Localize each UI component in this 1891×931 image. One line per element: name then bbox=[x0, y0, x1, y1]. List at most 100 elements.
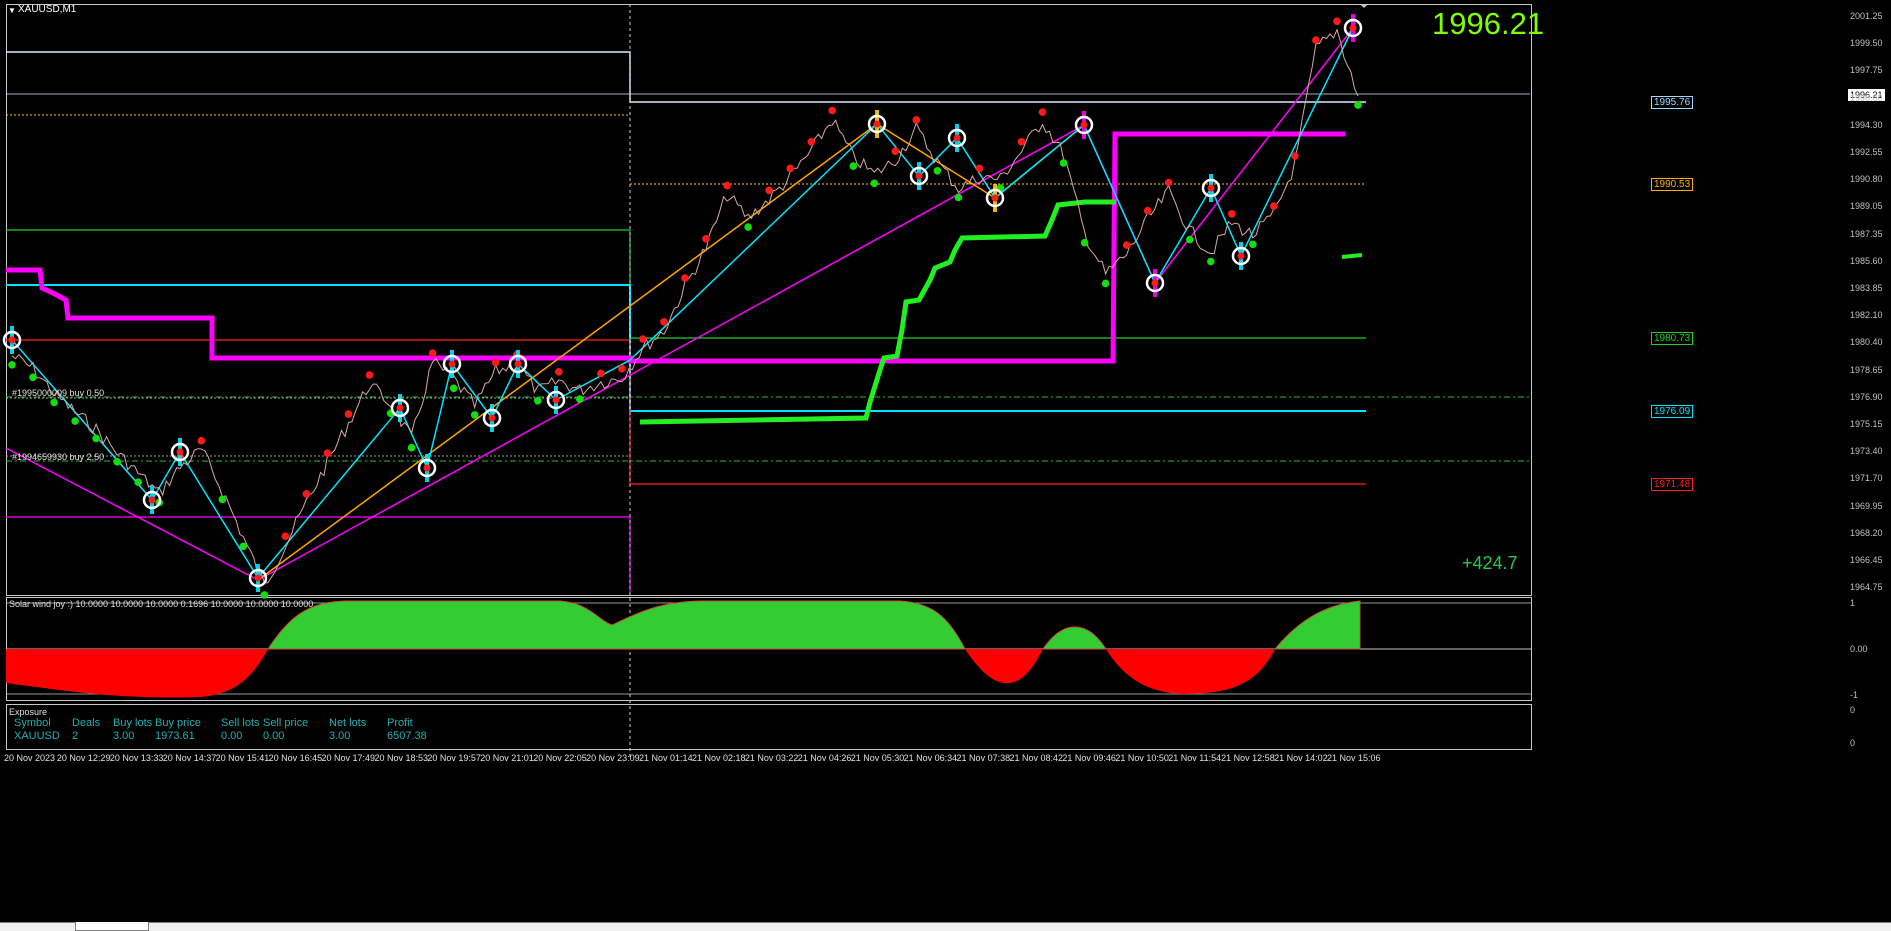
price-axis-tick: 1975.15 bbox=[1850, 419, 1883, 429]
sell-signal-dot bbox=[1270, 202, 1278, 210]
magenta-trendline-1 bbox=[5, 447, 259, 581]
buy-signal-dot bbox=[1354, 101, 1362, 109]
price-axis-tick: 1992.55 bbox=[1850, 147, 1883, 157]
buy-signal-dot bbox=[239, 542, 248, 551]
time-axis-tick: 20 Nov 18:53 bbox=[374, 753, 428, 763]
sell-signal-dot bbox=[1038, 108, 1047, 116]
buy-signal-dot bbox=[134, 478, 142, 487]
exposure-cell: 6507.38 bbox=[387, 730, 427, 742]
indicator-green-area-2 bbox=[1042, 626, 1107, 650]
profit-overlay: +424.7 bbox=[1462, 553, 1518, 573]
magenta-step-indicator bbox=[6, 131, 1345, 364]
price-axis-tick: 1994.30 bbox=[1850, 119, 1883, 130]
price-axis-tick: 1964.75 bbox=[1850, 582, 1883, 593]
sell-signal-dot bbox=[1017, 138, 1026, 146]
level-tag-1980: 1980.73 bbox=[1651, 332, 1694, 345]
current-price-arrow bbox=[1360, 4, 1368, 8]
price-axis-tick: 1971.70 bbox=[1850, 473, 1883, 484]
swing-dot bbox=[148, 496, 156, 504]
buy-signal-dot bbox=[1207, 257, 1215, 266]
price-axis-tick: 1968.20 bbox=[1850, 527, 1883, 538]
swing-dot bbox=[953, 134, 961, 142]
sell-signal-dot bbox=[1291, 152, 1299, 160]
swing-dot bbox=[176, 448, 184, 456]
sell-signal-dot bbox=[702, 235, 710, 243]
indicator-axis-zero: 0.00 bbox=[1850, 644, 1868, 654]
magenta-box-line bbox=[6, 516, 631, 592]
swing-markers bbox=[2, 14, 1363, 592]
sell-signal-dot bbox=[912, 116, 921, 124]
price-axis-tick: 1987.35 bbox=[1850, 228, 1883, 239]
indicator-red-area bbox=[6, 649, 268, 698]
buy-signal-dot bbox=[470, 411, 479, 419]
exposure-header: Net lots bbox=[329, 717, 367, 729]
sell-signal-dot bbox=[807, 138, 815, 146]
time-axis-tick: 21 Nov 12:58 bbox=[1221, 753, 1275, 763]
buy-signal-dot bbox=[50, 398, 58, 407]
exposure-cell: 0.00 bbox=[263, 730, 285, 742]
indicator-red-area-3 bbox=[1106, 649, 1275, 694]
sell-signal-dot bbox=[891, 147, 900, 155]
sell-signal-dot bbox=[975, 164, 984, 173]
exposure-header: Symbol bbox=[14, 717, 51, 729]
buy-signal-dot bbox=[576, 395, 584, 404]
sell-signal-dot bbox=[302, 490, 311, 498]
time-axis-tick: 20 Nov 2023 bbox=[4, 753, 56, 763]
sell-signal-dot bbox=[555, 368, 563, 376]
buy-signal-dot bbox=[1101, 279, 1110, 288]
sell-signal-dot bbox=[197, 436, 206, 445]
price-axis-tick: 1989.05 bbox=[1850, 201, 1883, 212]
level-tag-1995: 1995.76 bbox=[1651, 96, 1694, 109]
time-axis-tick: 21 Nov 06:34 bbox=[903, 753, 958, 763]
time-axis-tick: 20 Nov 15:41 bbox=[215, 753, 270, 763]
exposure-header: Buy lots bbox=[113, 717, 153, 729]
exposure-axis-bottom: 0 bbox=[1850, 738, 1856, 748]
swing-dot bbox=[1207, 184, 1215, 192]
buy-signal-dot bbox=[954, 193, 963, 202]
indicator-title: Solar wind joy :) 10.0000 10.0000 10.000… bbox=[9, 599, 314, 609]
price-axis-tick: 1973.40 bbox=[1850, 446, 1883, 457]
sell-signal-dot bbox=[323, 449, 332, 458]
swing-dot bbox=[448, 360, 456, 368]
collapse-arrow-icon[interactable]: ▼ bbox=[8, 5, 16, 17]
swing-dot bbox=[873, 120, 881, 128]
exposure-cell: 0.00 bbox=[221, 730, 243, 742]
sell-signal-dot bbox=[1228, 210, 1236, 218]
green-trailing-end bbox=[1341, 253, 1363, 259]
swing-dot bbox=[1080, 121, 1088, 129]
sell-signal-dot bbox=[786, 164, 794, 173]
time-axis-tick: 21 Nov 03:22 bbox=[744, 753, 799, 763]
swing-dot bbox=[1237, 252, 1245, 260]
exposure-header: Buy price bbox=[155, 717, 201, 729]
price-axis-tick: 2001.25 bbox=[1850, 11, 1883, 21]
indicator-axis-top: 1 bbox=[1850, 598, 1856, 608]
sell-signal-dot bbox=[723, 181, 731, 190]
time-axis-tick: 20 Nov 14:37 bbox=[162, 753, 217, 763]
price-chart-canvas[interactable] bbox=[0, 0, 1891, 930]
time-axis-tick: 21 Nov 08:42 bbox=[1009, 753, 1064, 763]
swing-dot bbox=[915, 172, 923, 180]
exposure-cell: 3.00 bbox=[113, 730, 135, 742]
exposure-header: Sell price bbox=[263, 717, 309, 729]
exposure-cell: 2 bbox=[72, 730, 79, 742]
swing-dot bbox=[254, 574, 262, 582]
price-axis-tick: 1996.00 bbox=[1850, 92, 1883, 103]
time-axis-tick: 21 Nov 15:06 bbox=[1327, 753, 1381, 763]
prev-high-line bbox=[6, 51, 1366, 103]
level-tag-1971: 1971.48 bbox=[1651, 478, 1694, 491]
swing-dot bbox=[423, 464, 431, 472]
price-axis-tick: 1985.60 bbox=[1850, 255, 1883, 266]
price-axis-tick: 1966.45 bbox=[1850, 555, 1883, 565]
time-axis-tick: 20 Nov 13:33 bbox=[109, 753, 164, 763]
sell-signal-dot bbox=[344, 410, 353, 418]
buy-signal-dot bbox=[534, 397, 542, 405]
chart-symbol-title: XAUUSD,M1 bbox=[18, 4, 77, 15]
sell-signal-dot bbox=[1164, 178, 1173, 187]
sell-signal-dot bbox=[365, 371, 374, 379]
time-axis-tick: 21 Nov 10:50 bbox=[1115, 753, 1169, 763]
time-axis-tick: 21 Nov 07:38 bbox=[956, 753, 1011, 763]
sell-signal-dot bbox=[1122, 241, 1131, 249]
time-axis-tick: 20 Nov 17:49 bbox=[321, 753, 376, 763]
indicator-green-area-3 bbox=[1273, 600, 1361, 650]
time-axis-tick: 20 Nov 19:57 bbox=[427, 753, 481, 763]
